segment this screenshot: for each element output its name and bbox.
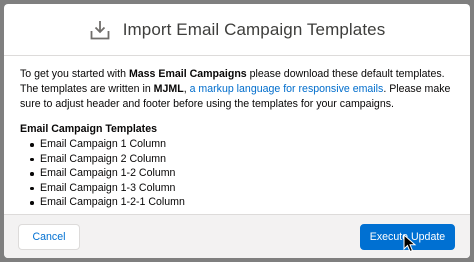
modal-footer: Cancel Execute Update — [4, 214, 470, 258]
intro-text: To get you started with Mass Email Campa… — [20, 67, 454, 112]
cancel-button[interactable]: Cancel — [18, 224, 80, 250]
template-list-title: Email Campaign Templates — [20, 123, 157, 135]
import-templates-modal: Import Email Campaign Templates To get y… — [4, 4, 470, 258]
intro-bold-mjml: MJML — [153, 83, 184, 95]
modal-title: Import Email Campaign Templates — [122, 19, 386, 39]
mjml-link[interactable]: a markup language for responsive emails — [190, 83, 384, 95]
list-item: Email Campaign 1-3 Column — [30, 181, 454, 196]
list-item: Email Campaign 2 Column — [30, 152, 454, 167]
download-icon — [89, 19, 111, 41]
modal-header: Import Email Campaign Templates — [4, 4, 470, 56]
modal-body: To get you started with Mass Email Campa… — [4, 56, 470, 214]
modal-header-inner: Import Email Campaign Templates — [89, 19, 386, 41]
list-item: Email Campaign 1-2-1 Column — [30, 195, 454, 210]
list-item: Email Campaign 1-2 Column — [30, 166, 454, 181]
intro-bold-mass-email-campaigns: Mass Email Campaigns — [128, 68, 247, 80]
mouse-cursor-icon — [403, 234, 417, 253]
intro-text-part1: To get you started with — [20, 68, 129, 80]
list-item: Email Campaign 1 Column — [30, 137, 454, 152]
template-list: Email Campaign 1 Column Email Campaign 2… — [20, 137, 454, 210]
